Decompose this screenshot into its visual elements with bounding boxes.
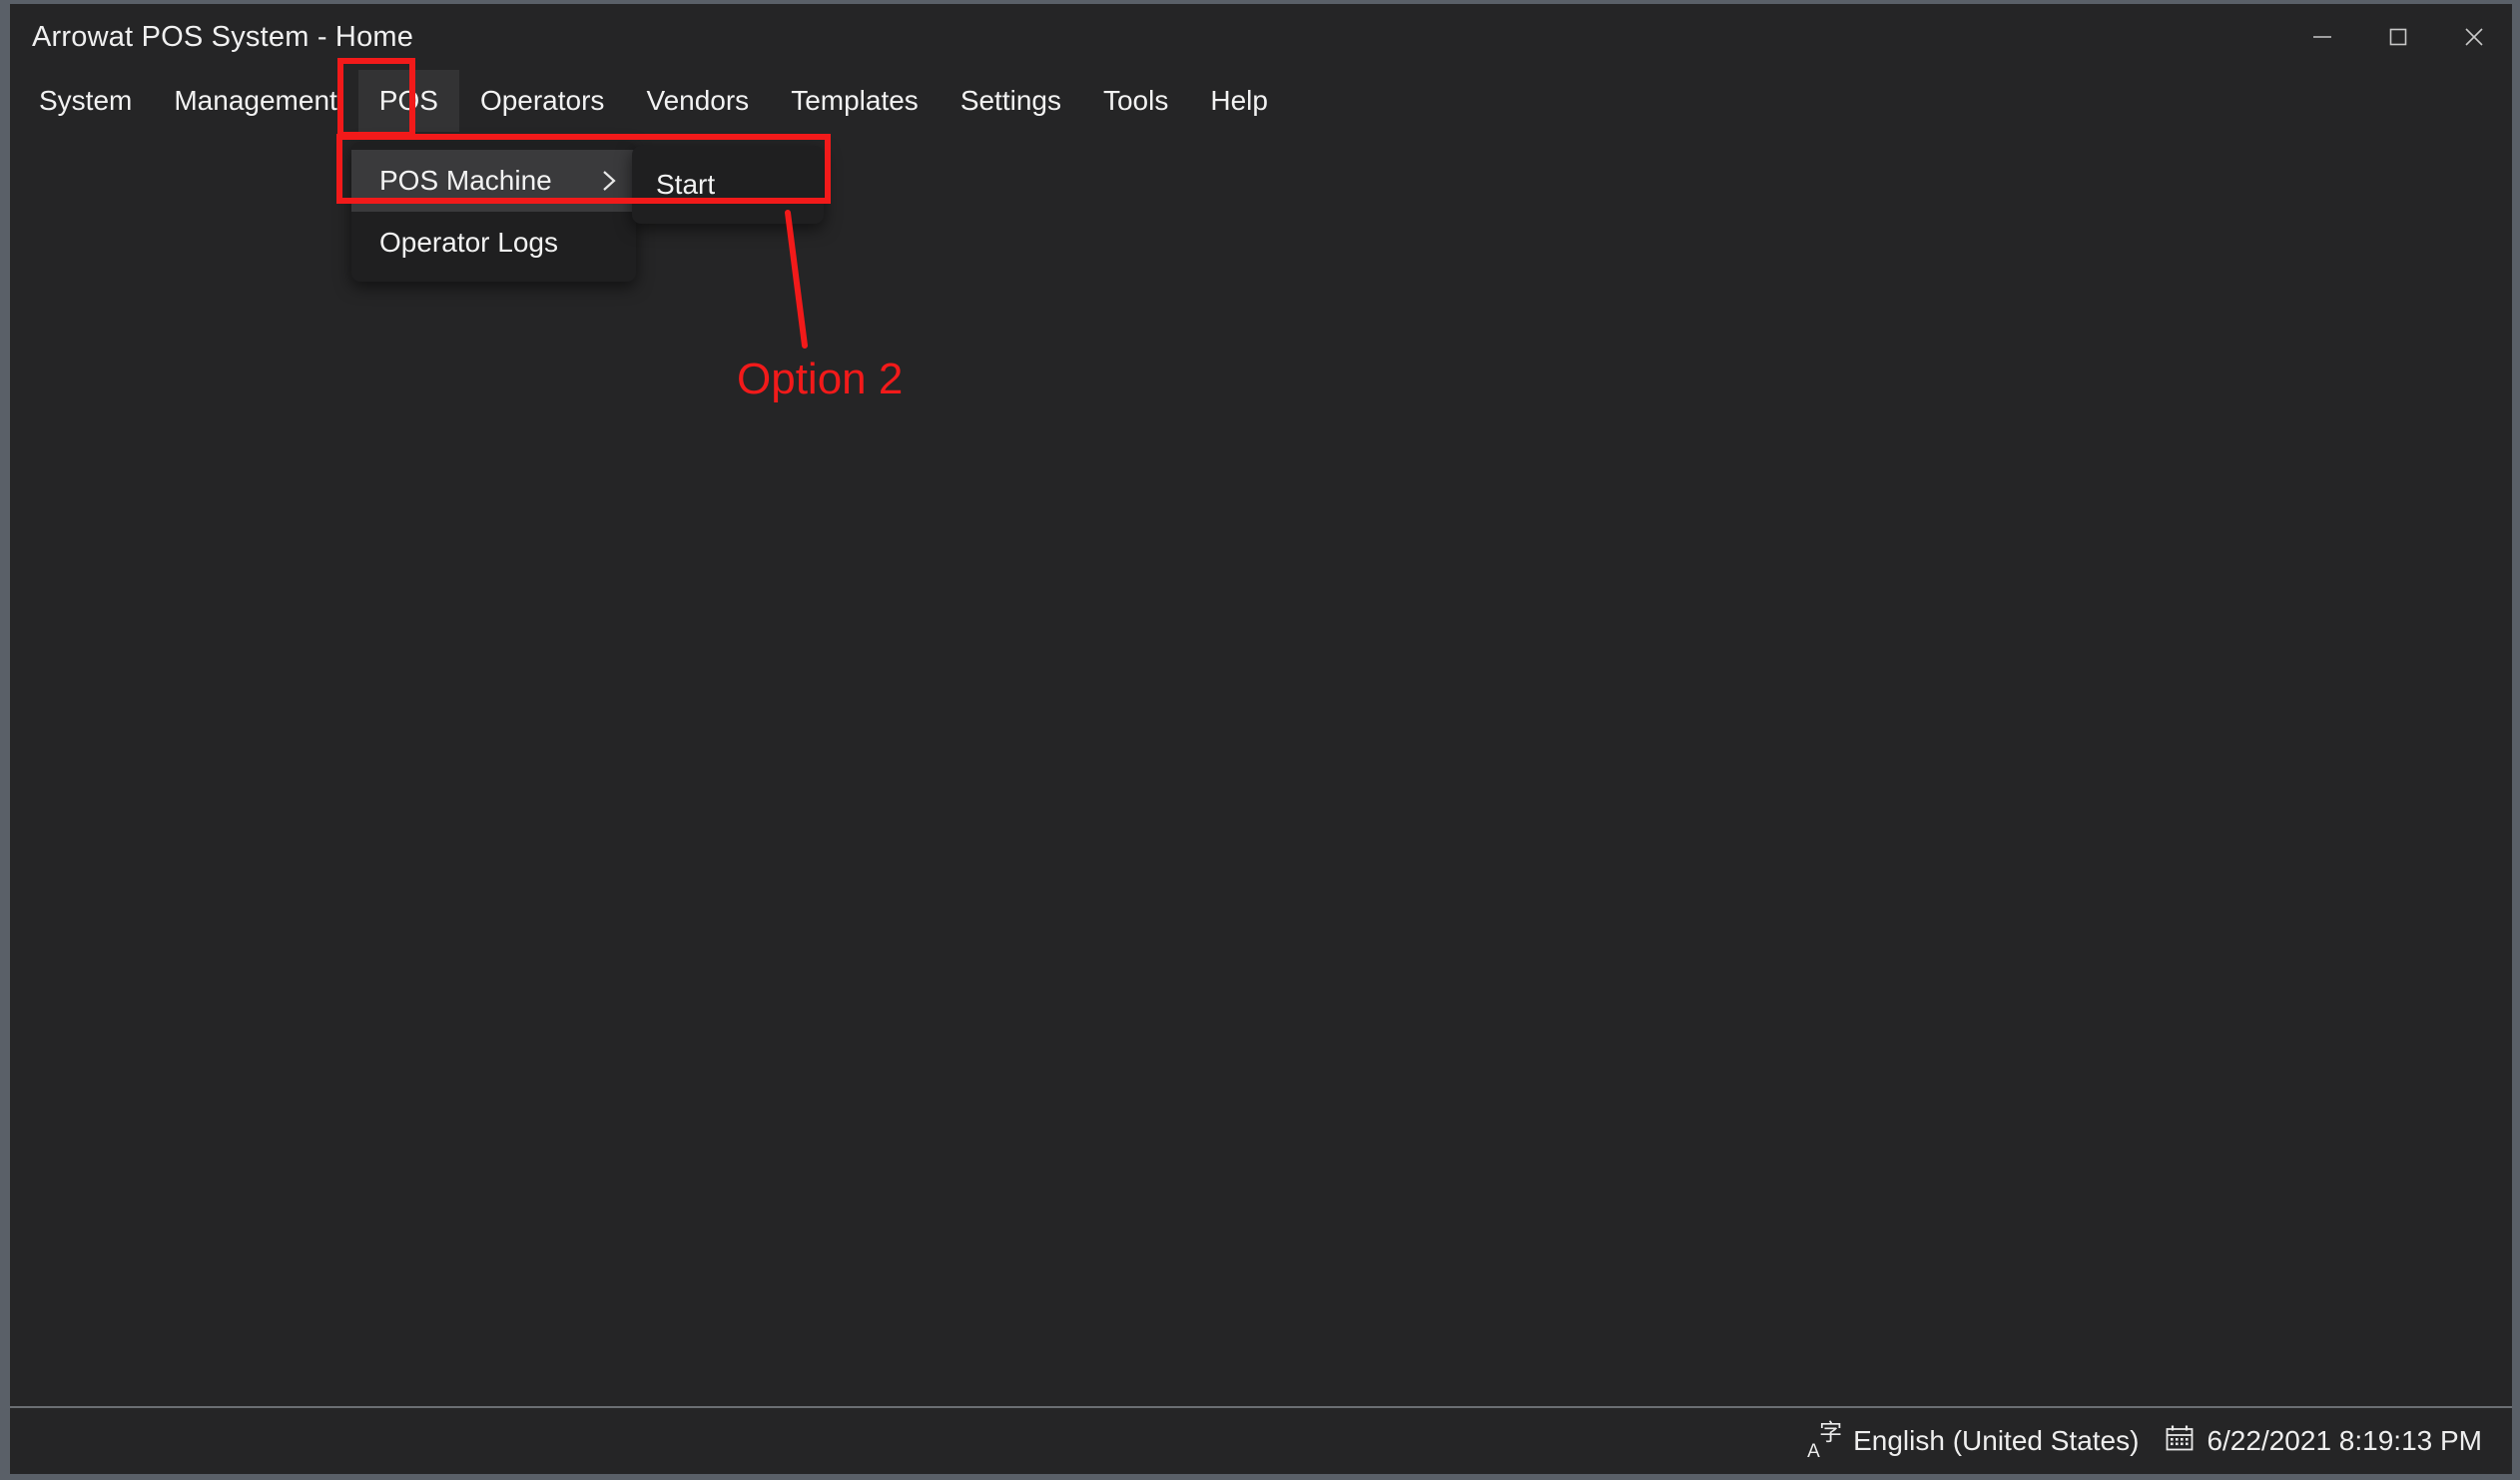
pos-dropdown-menu: POS Machine Operator Logs [351,142,636,282]
submenu-option-start[interactable]: Start [632,154,824,216]
main-content-area [10,132,2512,1406]
menu-item-system[interactable]: System [18,70,153,132]
menu-item-operators[interactable]: Operators [459,70,626,132]
status-language-group[interactable]: A字 English (United States) [1807,1420,2140,1462]
status-datetime-text: 6/22/2021 8:19:13 PM [2206,1425,2482,1456]
menu-item-pos[interactable]: POS [357,70,459,132]
menu-option-pos-machine-label: POS Machine [379,165,552,196]
maximize-button[interactable] [2360,4,2436,70]
pos-machine-submenu: Start [632,146,824,224]
menu-item-vendors[interactable]: Vendors [625,70,770,132]
menu-item-templates[interactable]: Templates [770,70,940,132]
status-bar: A字 English (United States) 6/22/2021 8:1… [10,1406,2512,1474]
menu-item-tools[interactable]: Tools [1082,70,1189,132]
menu-option-operator-logs-label: Operator Logs [379,227,558,258]
language-input-icon: A字 [1807,1420,1843,1462]
menu-bar: System Management POS Operators Vendors … [10,70,2512,132]
menu-item-settings[interactable]: Settings [940,70,1082,132]
title-bar: Arrowat POS System - Home [10,4,2512,70]
calendar-icon [2165,1423,2195,1460]
window-title: Arrowat POS System - Home [32,20,414,53]
menu-item-management[interactable]: Management [153,70,357,132]
window-controls [2284,4,2512,70]
submenu-option-start-label: Start [656,169,716,200]
menu-item-help[interactable]: Help [1189,70,1289,132]
chevron-right-icon [598,167,620,195]
menu-option-pos-machine[interactable]: POS Machine [351,150,636,212]
menu-option-operator-logs[interactable]: Operator Logs [351,212,636,274]
status-datetime-group[interactable]: 6/22/2021 8:19:13 PM [2165,1423,2482,1460]
status-language-text: English (United States) [1853,1425,2140,1456]
close-button[interactable] [2436,4,2512,70]
minimize-button[interactable] [2284,4,2360,70]
